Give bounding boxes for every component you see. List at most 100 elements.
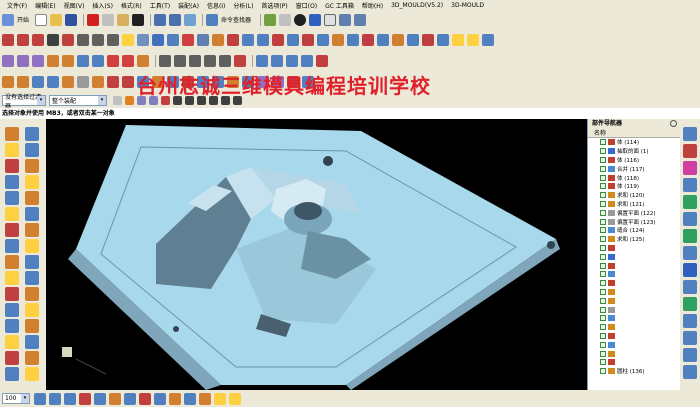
- cylinder-icon[interactable]: [137, 34, 149, 46]
- visibility-checkbox[interactable]: [600, 200, 606, 207]
- divide-icon[interactable]: [362, 34, 374, 46]
- new-file-icon[interactable]: [35, 13, 48, 26]
- sketch-trim-icon[interactable]: [204, 54, 216, 67]
- visibility-checkbox[interactable]: [600, 306, 606, 313]
- patch-icon[interactable]: [377, 34, 389, 46]
- project-icon[interactable]: [272, 34, 284, 46]
- resource-tab-icon[interactable]: [683, 178, 697, 192]
- graphics-window[interactable]: [46, 119, 587, 390]
- mold-tool-icon[interactable]: [5, 143, 19, 157]
- sketch-mirror-icon[interactable]: [234, 54, 246, 67]
- ruled-icon[interactable]: [316, 54, 328, 67]
- edit-object-icon[interactable]: [214, 392, 226, 405]
- pin-icon[interactable]: [670, 120, 677, 127]
- visibility-checkbox[interactable]: [600, 209, 606, 216]
- extrude-icon[interactable]: [152, 34, 164, 46]
- command-finder-icon[interactable]: [206, 13, 219, 26]
- visibility-checkbox[interactable]: [600, 368, 606, 375]
- mold-tool-icon[interactable]: [5, 319, 19, 333]
- circle-icon[interactable]: [32, 34, 44, 46]
- mold-tool-icon[interactable]: [25, 351, 39, 365]
- resource-tab-icon[interactable]: [683, 144, 697, 158]
- visibility-checkbox[interactable]: [600, 227, 606, 234]
- mold-tool-icon[interactable]: [25, 303, 39, 317]
- visibility-checkbox[interactable]: [600, 288, 606, 295]
- color-icon[interactable]: [324, 13, 337, 26]
- navigator-row[interactable]: 抽取的面 (1): [588, 147, 680, 156]
- polygon-icon[interactable]: [92, 34, 104, 46]
- gate-icon[interactable]: [122, 76, 134, 88]
- menu-item[interactable]: 插入(S): [88, 1, 117, 10]
- resource-tab-icon[interactable]: [683, 365, 697, 379]
- navigator-row[interactable]: [588, 314, 680, 323]
- point-icon[interactable]: [62, 34, 74, 46]
- mold-tool-icon[interactable]: [5, 271, 19, 285]
- block-icon[interactable]: [122, 34, 134, 46]
- resource-tab-icon[interactable]: [683, 280, 697, 294]
- navigator-row[interactable]: 求和 (125): [588, 235, 680, 244]
- sketch-fillet-icon[interactable]: [189, 54, 201, 67]
- slider-icon[interactable]: [77, 76, 89, 88]
- navigator-row[interactable]: 缝合 (124): [588, 226, 680, 235]
- copy-icon[interactable]: [102, 13, 115, 26]
- chamfer-icon[interactable]: [467, 34, 479, 46]
- resource-tab-icon[interactable]: [683, 229, 697, 243]
- show-hide-icon[interactable]: [184, 392, 196, 405]
- menu-item[interactable]: 3D_MOULD(V5.2): [387, 2, 447, 9]
- navigator-row[interactable]: [588, 349, 680, 358]
- transform-icon[interactable]: [229, 392, 241, 405]
- mold-tool-icon[interactable]: [25, 159, 39, 173]
- move-face-icon[interactable]: [437, 34, 449, 46]
- resource-tab-icon[interactable]: [683, 246, 697, 260]
- split-body-icon[interactable]: [92, 54, 104, 67]
- menu-item[interactable]: 编辑(E): [31, 1, 59, 10]
- visibility-checkbox[interactable]: [600, 297, 606, 304]
- resource-tab-icon[interactable]: [683, 127, 697, 141]
- zoom-icon[interactable]: [354, 13, 367, 26]
- fit-icon[interactable]: [339, 13, 352, 26]
- offset-curve-icon[interactable]: [227, 34, 239, 46]
- visibility-checkbox[interactable]: [600, 315, 606, 322]
- zoom-select[interactable]: 100 ▾: [2, 393, 30, 404]
- mold-tool-icon[interactable]: [25, 207, 39, 221]
- sketch-arc-icon[interactable]: [174, 54, 186, 67]
- mold-tool-icon[interactable]: [5, 159, 19, 173]
- navigator-row[interactable]: 体 (119): [588, 182, 680, 191]
- unite-icon[interactable]: [2, 54, 14, 67]
- through-curves-icon[interactable]: [271, 54, 283, 67]
- navigator-row[interactable]: 求和 (121): [588, 200, 680, 209]
- arc-icon[interactable]: [17, 34, 29, 46]
- open-file-icon[interactable]: [50, 13, 63, 26]
- navigator-row[interactable]: 偏置平面 (122): [588, 208, 680, 217]
- mold-tool-icon[interactable]: [5, 207, 19, 221]
- intersect-body-icon[interactable]: [32, 54, 44, 67]
- navigator-row[interactable]: 体 (116): [588, 156, 680, 165]
- delete-face-icon[interactable]: [422, 34, 434, 46]
- mold-tool-icon[interactable]: [5, 287, 19, 301]
- menu-item[interactable]: GC 工具箱: [321, 1, 358, 10]
- shaded-icon[interactable]: [264, 13, 277, 26]
- menu-item[interactable]: 工具(T): [146, 1, 174, 10]
- subtract-icon[interactable]: [17, 54, 29, 67]
- navigator-row[interactable]: [588, 270, 680, 279]
- mold-tool-icon[interactable]: [5, 175, 19, 189]
- cut-icon[interactable]: [87, 13, 100, 26]
- ellipse-icon[interactable]: [107, 34, 119, 46]
- shell-icon[interactable]: [47, 54, 59, 67]
- navigator-row[interactable]: [588, 252, 680, 261]
- navigator-row[interactable]: 体 (118): [588, 173, 680, 182]
- menu-item[interactable]: 格式(R): [117, 1, 146, 10]
- mold-tool-icon[interactable]: [25, 223, 39, 237]
- menu-item[interactable]: 窗口(O): [292, 1, 321, 10]
- view-iso-icon[interactable]: [79, 392, 91, 405]
- navigator-row[interactable]: [588, 323, 680, 332]
- navigator-row[interactable]: [588, 332, 680, 341]
- intersect-icon[interactable]: [287, 34, 299, 46]
- redo-icon[interactable]: [169, 13, 182, 26]
- menu-item[interactable]: 首选项(P): [257, 1, 291, 10]
- offset-face-icon[interactable]: [392, 34, 404, 46]
- visibility-checkbox[interactable]: [600, 244, 606, 251]
- mold-tool-icon[interactable]: [5, 127, 19, 141]
- mold-tool-icon[interactable]: [5, 223, 19, 237]
- resource-tab-icon[interactable]: [683, 263, 697, 277]
